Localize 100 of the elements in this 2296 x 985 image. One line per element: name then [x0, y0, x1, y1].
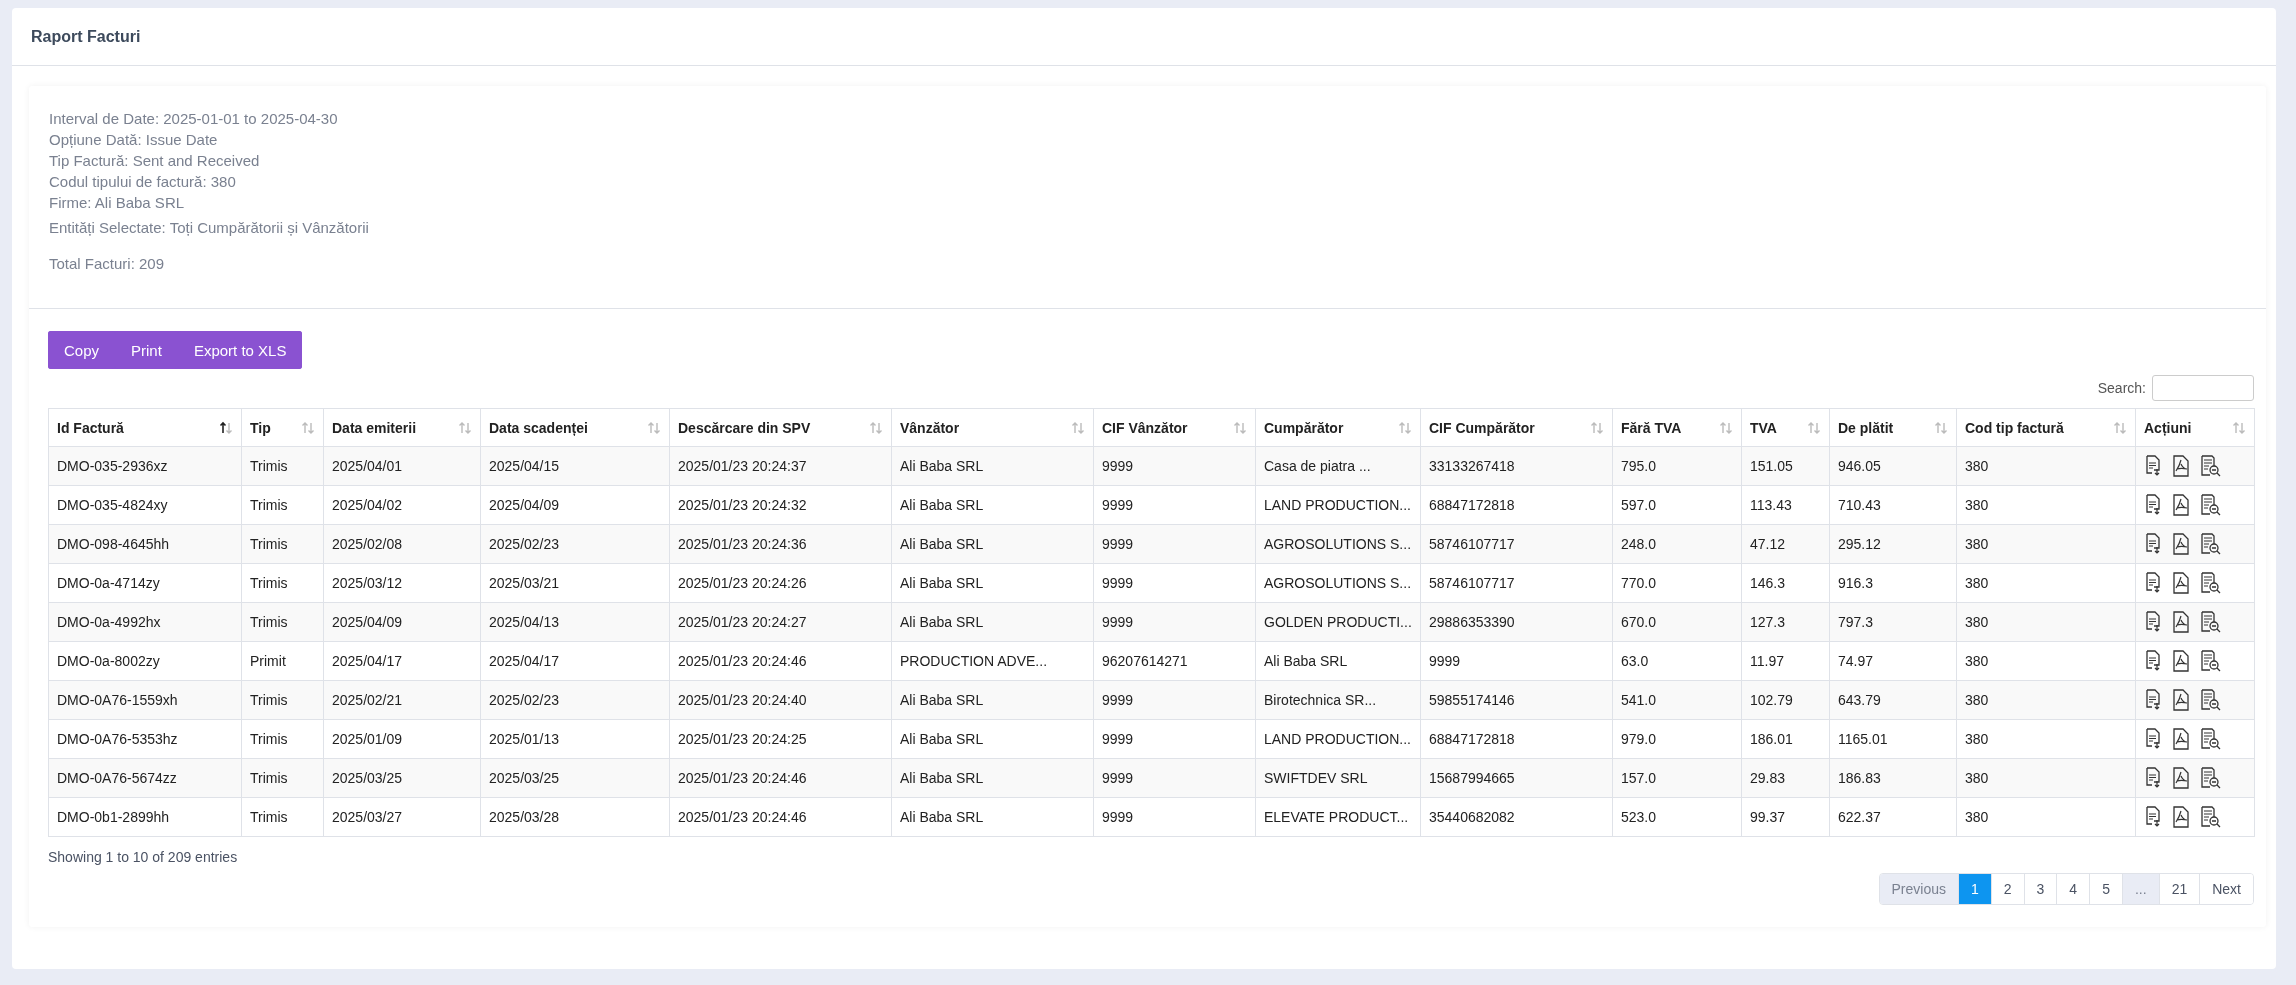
- table-cell: 2025/01/23 20:24:40: [669, 680, 892, 720]
- table-cell: Ali Baba SRL: [891, 797, 1094, 837]
- table-cell: 2025/03/12: [323, 563, 481, 603]
- column-header[interactable]: Descărcare din SPV: [669, 408, 892, 447]
- filter-text: Firme: Ali Baba SRL: [49, 193, 186, 213]
- document-search-icon[interactable]: [2200, 455, 2221, 477]
- column-header[interactable]: De plătit: [1829, 408, 1957, 447]
- document-search-icon[interactable]: [2200, 689, 2221, 711]
- page-title: Raport Facturi: [31, 27, 141, 46]
- table-cell: 248.0: [1612, 524, 1742, 564]
- table-cell: 380: [1956, 524, 2136, 564]
- table-cell: Trimis: [241, 719, 324, 759]
- document-search-icon[interactable]: [2200, 533, 2221, 555]
- table-cell: Trimis: [241, 446, 324, 486]
- table-cell: DMO-0a-8002zy: [48, 641, 242, 681]
- table-cell: 2025/02/23: [480, 524, 670, 564]
- table-cell: Trimis: [241, 602, 324, 642]
- table-cell: Ali Baba SRL: [891, 758, 1094, 798]
- table-cell: Birotechnica SR...: [1255, 680, 1421, 720]
- table-cell: 2025/04/09: [323, 602, 481, 642]
- table-cell: DMO-0a-4992hx: [48, 602, 242, 642]
- table-cell: 380: [1956, 602, 2136, 642]
- table-cell: 2025/04/17: [323, 641, 481, 681]
- table-cell: Ali Baba SRL: [1255, 641, 1421, 681]
- table-cell: Trimis: [241, 797, 324, 837]
- table-cell: 541.0: [1612, 680, 1742, 720]
- document-search-icon[interactable]: [2200, 806, 2221, 828]
- table-cell: 58746107717: [1420, 563, 1613, 603]
- table-cell: DMO-0b1-2899hh: [48, 797, 242, 837]
- document-search-icon[interactable]: [2200, 572, 2221, 594]
- column-header[interactable]: Data scadenței: [480, 408, 670, 447]
- table-cell: 2025/01/23 20:24:46: [669, 641, 892, 681]
- document-search-icon[interactable]: [2200, 650, 2221, 672]
- table-cell: 2025/01/23 20:24:32: [669, 485, 892, 525]
- table-cell: 9999: [1093, 758, 1256, 798]
- filter-text: Tip Factură: Sent and Received: [49, 151, 261, 171]
- table-cell: 127.3: [1741, 602, 1830, 642]
- table-cell: Ali Baba SRL: [891, 485, 1094, 525]
- table-cell: 2025/04/09: [480, 485, 670, 525]
- table-cell: 29.83: [1741, 758, 1830, 798]
- column-header[interactable]: Tip: [241, 408, 324, 447]
- table-cell: Ali Baba SRL: [891, 524, 1094, 564]
- table-cell: 63.0: [1612, 641, 1742, 681]
- table-cell: 33133267418: [1420, 446, 1613, 486]
- table-cell: Ali Baba SRL: [891, 680, 1094, 720]
- total-text: Total Facturi: 209: [49, 254, 166, 274]
- column-header[interactable]: Cumpărător: [1255, 408, 1421, 447]
- table-cell: 2025/01/23 20:24:26: [669, 563, 892, 603]
- table-cell: 2025/04/17: [480, 641, 670, 681]
- column-header[interactable]: CIF Cumpărător: [1420, 408, 1613, 447]
- table-cell: 9999: [1093, 680, 1256, 720]
- filter-text: Codul tipului de factură: 380: [49, 172, 237, 192]
- table-cell: 2025/01/23 20:24:25: [669, 719, 892, 759]
- table-cell: 9999: [1093, 524, 1256, 564]
- table-cell: 380: [1956, 446, 2136, 486]
- table-cell: 380: [1956, 641, 2136, 681]
- document-search-icon[interactable]: [2200, 611, 2221, 633]
- search-label: Search:: [2097, 380, 2146, 396]
- document-search-icon[interactable]: [2200, 728, 2221, 750]
- table-cell: 670.0: [1612, 602, 1742, 642]
- table-cell: 9999: [1420, 641, 1613, 681]
- search-field[interactable]: [2152, 375, 2254, 401]
- filter-text: Interval de Date: 2025-01-01 to 2025-04-30: [49, 109, 339, 129]
- table-cell: 2025/04/01: [323, 446, 481, 486]
- table-cell: DMO-0a-4714zy: [48, 563, 242, 603]
- table-cell: 2025/02/21: [323, 680, 481, 720]
- column-header[interactable]: CIF Vânzător: [1093, 408, 1256, 447]
- table-cell: 2025/04/02: [323, 485, 481, 525]
- table-cell: 2025/01/09: [323, 719, 481, 759]
- document-search-icon[interactable]: [2200, 494, 2221, 516]
- table-cell: LAND PRODUCTION...: [1255, 719, 1421, 759]
- table-cell: 96207614271: [1093, 641, 1256, 681]
- table-cell: 186.01: [1741, 719, 1830, 759]
- table-cell: Trimis: [241, 758, 324, 798]
- table-cell: DMO-098-4645hh: [48, 524, 242, 564]
- table-cell: Ali Baba SRL: [891, 563, 1094, 603]
- table-cell: 35440682082: [1420, 797, 1613, 837]
- filter-text: Entități Selectate: Toți Cumpărătorii și Vânzătorii: [49, 218, 370, 238]
- table-cell: 157.0: [1612, 758, 1742, 798]
- column-header[interactable]: Data emiterii: [323, 408, 481, 447]
- column-header[interactable]: TVA: [1741, 408, 1830, 447]
- table-cell: 59855174146: [1420, 680, 1613, 720]
- table-cell: PRODUCTION ADVE...: [891, 641, 1094, 681]
- table-cell: 29886353390: [1420, 602, 1613, 642]
- column-header[interactable]: Id Factură: [48, 408, 242, 447]
- column-header[interactable]: Acțiuni: [2135, 408, 2255, 447]
- table-cell: 380: [1956, 680, 2136, 720]
- table-cell: AGROSOLUTIONS S...: [1255, 563, 1421, 603]
- column-header[interactable]: Vânzător: [891, 408, 1094, 447]
- column-header[interactable]: Cod tip factură: [1956, 408, 2136, 447]
- table-cell: GOLDEN PRODUCTI...: [1255, 602, 1421, 642]
- table-cell: 523.0: [1612, 797, 1742, 837]
- page-link[interactable]: Next: [2199, 874, 2253, 904]
- table-cell: 9999: [1093, 602, 1256, 642]
- document-search-icon[interactable]: [2200, 767, 2221, 789]
- column-header[interactable]: Fără TVA: [1612, 408, 1742, 447]
- table-cell: 151.05: [1741, 446, 1830, 486]
- table-cell: 9999: [1093, 446, 1256, 486]
- table-cell: ELEVATE PRODUCT...: [1255, 797, 1421, 837]
- table-cell: Trimis: [241, 524, 324, 564]
